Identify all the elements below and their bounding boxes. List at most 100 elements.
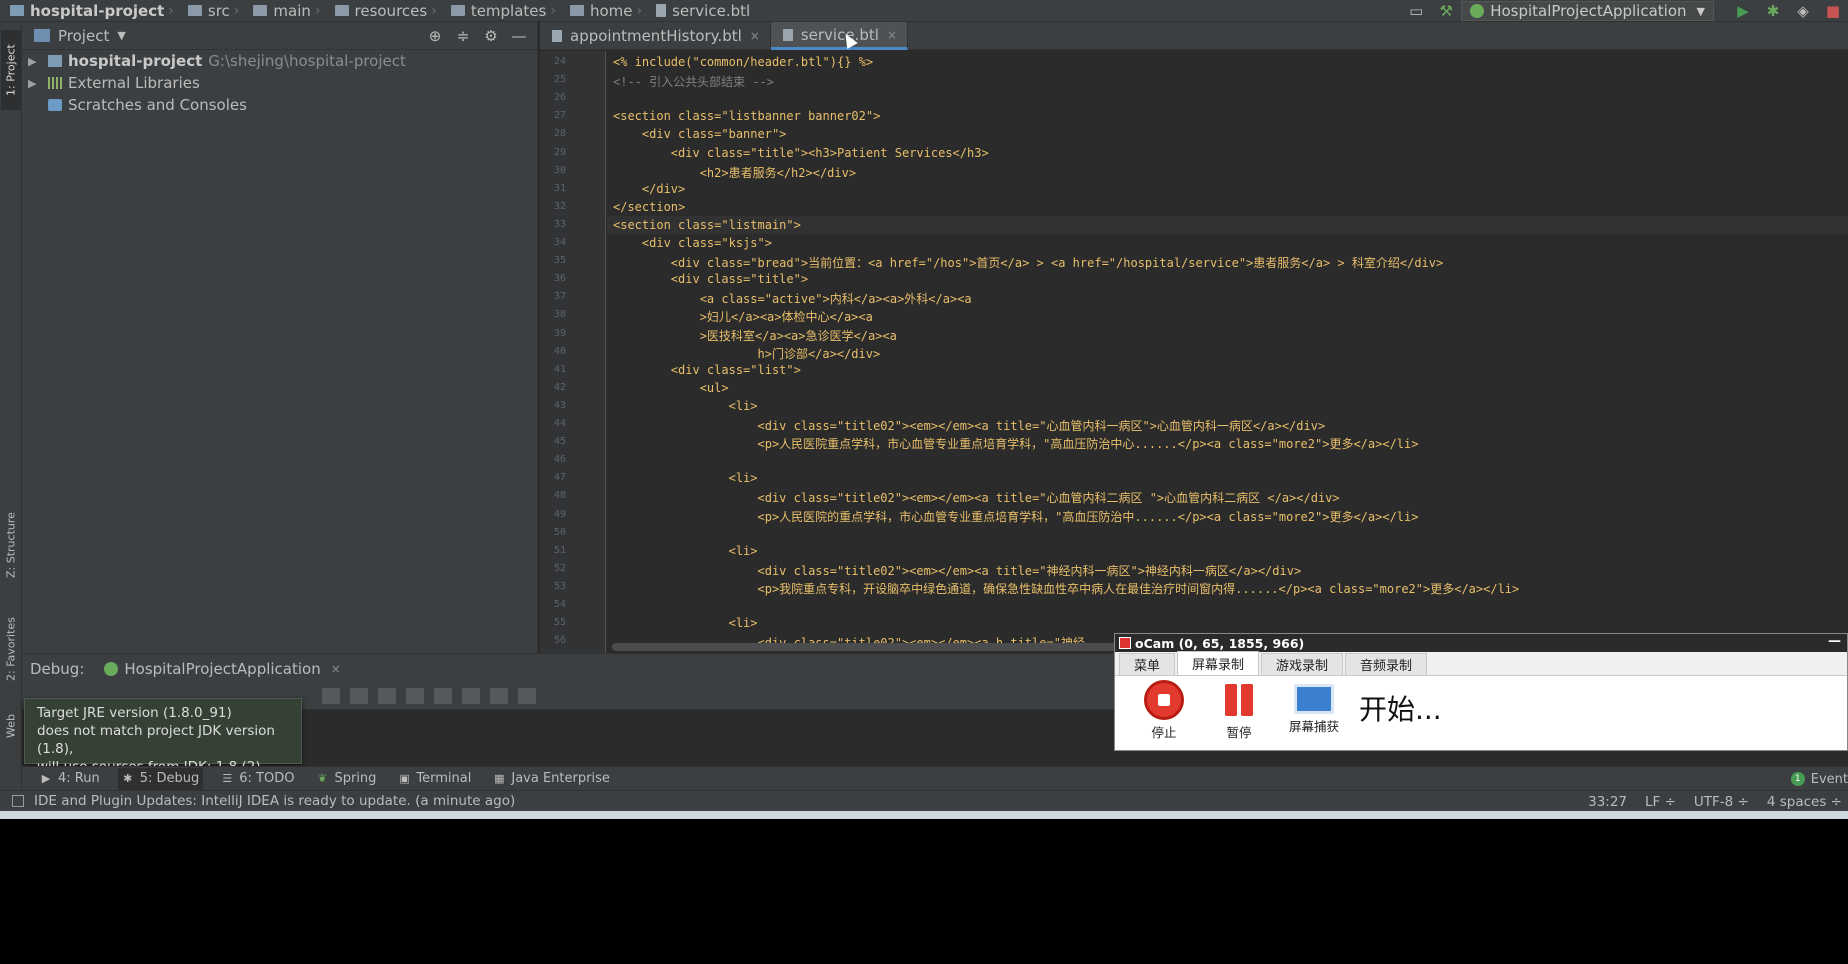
ocam-controls: 停止 暂停 屏幕捕获 开始... xyxy=(1115,676,1847,750)
caret-position[interactable]: 33:27 xyxy=(1588,794,1627,810)
collapse-all-icon[interactable]: ≑ xyxy=(453,26,473,46)
line-number: 42 xyxy=(553,381,566,393)
debug-bug-icon[interactable]: ✱ xyxy=(1764,2,1782,20)
close-icon[interactable]: × xyxy=(750,29,760,43)
ocam-tab-audio-record[interactable]: 音频录制 xyxy=(1345,653,1428,675)
debug-session-tab[interactable]: HospitalProjectApplication × xyxy=(104,660,341,678)
layout-icon[interactable]: ▭ xyxy=(1407,2,1425,20)
file-icon xyxy=(656,4,667,17)
tab-debug[interactable]: ✱ 5: Debug xyxy=(117,767,204,790)
debug-label: Debug: xyxy=(30,659,85,678)
code-line: <div class="title"><h3>Patient Services<… xyxy=(613,145,989,160)
tree-item-external-libraries[interactable]: ▶ External Libraries xyxy=(22,72,537,94)
evaluate-icon[interactable] xyxy=(490,688,508,704)
tab-spring[interactable]: ❦ Spring xyxy=(312,768,380,790)
ocam-tab-game-record[interactable]: 游戏录制 xyxy=(1261,653,1344,675)
run-to-cursor-icon[interactable] xyxy=(462,688,480,704)
breadcrumb-home[interactable]: home › xyxy=(560,0,646,22)
web-tool-tab[interactable]: Web xyxy=(1,706,21,746)
run-icon[interactable]: ▶ xyxy=(1734,2,1752,20)
line-number: 52 xyxy=(553,562,566,574)
step-over-icon[interactable] xyxy=(322,688,340,704)
locate-icon[interactable]: ⊕ xyxy=(425,26,445,46)
folder-icon xyxy=(450,5,465,16)
ocam-tab-menu[interactable]: 菜单 xyxy=(1119,653,1176,675)
tab-todo[interactable]: ☰ 6: TODO xyxy=(217,768,298,790)
minimize-icon[interactable]: — xyxy=(509,26,529,46)
run-icon: ▶ xyxy=(41,772,51,785)
java-enterprise-icon: ▦ xyxy=(494,772,505,785)
expand-arrow-icon[interactable]: ▶ xyxy=(28,77,42,90)
horizontal-scrollbar[interactable] xyxy=(612,643,1132,651)
ocam-app-icon xyxy=(1119,637,1131,649)
navigation-bar: hospital-project › src › main › resources › … xyxy=(0,0,1848,22)
status-message[interactable]: IDE and Plugin Updates: IntelliJ IDEA is… xyxy=(34,793,515,809)
ocam-window: oCam (0, 65, 1855, 966) — 菜单 屏幕录制 游戏录制 音… xyxy=(1114,633,1848,751)
step-into-icon[interactable] xyxy=(350,688,368,704)
ocam-stop-button[interactable]: 停止 xyxy=(1134,680,1194,741)
code-line: <div class="ksjs"> xyxy=(613,236,772,250)
status-toggle-icon[interactable] xyxy=(12,795,24,807)
project-view-select[interactable]: Project xyxy=(58,27,109,45)
build-hammer-icon[interactable]: ⚒ xyxy=(1437,2,1455,20)
tab-run[interactable]: ▶ 4: Run xyxy=(36,768,104,790)
coverage-icon[interactable]: ◈ xyxy=(1794,2,1812,20)
line-number: 53 xyxy=(553,580,566,592)
event-log-button[interactable]: 1 Event xyxy=(1790,767,1848,791)
drop-frame-icon[interactable] xyxy=(434,688,452,704)
event-log-icon: 1 xyxy=(1790,772,1805,786)
tree-item-scratches[interactable]: Scratches and Consoles xyxy=(22,94,537,116)
libraries-icon xyxy=(48,77,62,89)
stop-icon[interactable]: ■ xyxy=(1824,2,1842,20)
minimize-icon[interactable]: — xyxy=(1828,634,1841,649)
breadcrumb-src[interactable]: src › xyxy=(178,0,244,22)
gear-icon[interactable]: ⚙ xyxy=(481,26,501,46)
line-number: 50 xyxy=(553,526,566,538)
run-configuration-select[interactable]: HospitalProjectApplication ▼ xyxy=(1461,1,1714,21)
close-icon[interactable]: × xyxy=(331,662,341,676)
line-number: 43 xyxy=(553,399,566,411)
step-out-icon[interactable] xyxy=(406,688,424,704)
breadcrumb-templates[interactable]: templates › xyxy=(441,0,560,22)
ocam-titlebar[interactable]: oCam (0, 65, 1855, 966) — xyxy=(1115,634,1847,652)
line-number: 39 xyxy=(553,327,566,339)
indent-setting[interactable]: 4 spaces ÷ xyxy=(1767,794,1842,810)
line-separator[interactable]: LF ÷ xyxy=(1645,794,1676,810)
resources-folder-icon xyxy=(334,5,349,16)
run-toolbar: ▭ ⚒ HospitalProjectApplication ▼ ▶ ✱ ◈ ■ xyxy=(1401,0,1848,22)
breadcrumb-resources[interactable]: resources › xyxy=(325,0,441,22)
code-line: <div class="title02"><em></em><a title="… xyxy=(613,563,1302,578)
desktop-background xyxy=(0,811,1848,964)
ocam-capture-button[interactable]: 屏幕捕获 xyxy=(1284,680,1344,735)
breadcrumb-service-btl[interactable]: service.btl xyxy=(646,0,754,22)
breadcrumb-main[interactable]: main › xyxy=(243,0,324,22)
expand-arrow-icon[interactable]: ▶ xyxy=(28,55,42,68)
code-line: <div class="list"> xyxy=(613,362,801,377)
breadcrumb-hospital-project[interactable]: hospital-project › xyxy=(0,0,178,22)
line-number: 54 xyxy=(553,599,566,610)
close-icon[interactable]: × xyxy=(887,28,897,42)
code-line: <li> xyxy=(613,398,758,413)
favorites-tool-tab[interactable]: 2: Favorites xyxy=(1,604,21,694)
editor-tabs: appointmentHistory.btl × service.btl × xyxy=(540,22,1848,50)
code-line: <p>人民医院重点学科，市心血管专业重点培育学科，"高血压防治中心......<… xyxy=(613,437,1419,452)
status-bar: IDE and Plugin Updates: IntelliJ IDEA is… xyxy=(0,790,1848,811)
tab-terminal[interactable]: ▣ Terminal xyxy=(394,768,475,790)
force-step-into-icon[interactable] xyxy=(378,688,396,704)
file-encoding[interactable]: UTF-8 ÷ xyxy=(1694,794,1749,810)
tab-appointment-history[interactable]: appointmentHistory.btl × xyxy=(540,22,771,50)
tab-java-enterprise[interactable]: ▦ Java Enterprise xyxy=(489,768,613,790)
tree-item-hospital-project[interactable]: ▶ hospital-project G:\shejing\hospital-p… xyxy=(22,50,537,72)
structure-tool-tab[interactable]: Z: Structure xyxy=(1,500,21,590)
line-number: 32 xyxy=(553,200,566,212)
folder-icon xyxy=(187,5,202,16)
line-number: 49 xyxy=(553,508,566,520)
ocam-pause-button[interactable]: 暂停 xyxy=(1209,680,1269,741)
code-line: <h2>患者服务</h2></div> xyxy=(613,165,857,180)
code-line: <div class="title"> xyxy=(613,272,809,287)
trace-icon[interactable] xyxy=(518,688,536,704)
project-tool-tab[interactable]: 1: Project xyxy=(1,30,21,110)
ocam-tab-screen-record[interactable]: 屏幕录制 xyxy=(1177,651,1260,675)
chevron-down-icon[interactable]: ▼ xyxy=(117,29,125,42)
code-editor[interactable]: 24 25 26 27 28 29 30 31 32 33 34 35 36 37 38 39 40 41 42 43… xyxy=(540,51,1848,653)
